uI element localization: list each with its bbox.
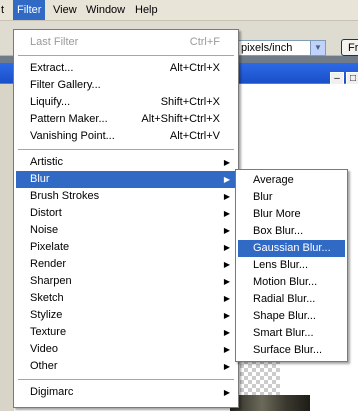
submenu-arrow-icon: ▶ (223, 277, 230, 286)
menu-item-shortcut: Alt+Shift+Ctrl+X (141, 113, 220, 125)
submenu-arrow-icon: ▶ (223, 388, 230, 397)
blur-submenu: Average Blur Blur More Box Blur... Gauss… (235, 169, 348, 362)
menu-edit-partial[interactable]: t (0, 0, 8, 20)
submenu-arrow-icon: ▶ (223, 362, 230, 371)
menu-item-label: Pattern Maker... (30, 113, 108, 125)
submenu-arrow-icon: ▶ (223, 243, 230, 252)
menu-item-other[interactable]: Other ▶ (16, 358, 236, 375)
menu-item-label: Filter Gallery... (30, 79, 101, 91)
front-image-button[interactable]: Fr (341, 39, 358, 56)
chevron-down-icon: ▼ (310, 41, 325, 55)
submenu-item-box-blur[interactable]: Box Blur... (238, 223, 345, 240)
menu-item-filter-gallery[interactable]: Filter Gallery... (16, 77, 236, 94)
menu-separator (18, 149, 234, 150)
menu-item-label: Brush Strokes (30, 190, 100, 202)
menu-item-digimarc[interactable]: Digimarc ▶ (16, 384, 236, 401)
menu-item-render[interactable]: Render ▶ (16, 256, 236, 273)
submenu-item-shape-blur[interactable]: Shape Blur... (238, 308, 345, 325)
submenu-item-average[interactable]: Average (238, 172, 345, 189)
menu-item-label: Noise (30, 224, 59, 236)
submenu-item-surface-blur[interactable]: Surface Blur... (238, 342, 345, 359)
image-content (230, 395, 310, 411)
submenu-item-blur[interactable]: Blur (238, 189, 345, 206)
menu-item-label: Render (30, 258, 67, 270)
menu-item-sharpen[interactable]: Sharpen ▶ (16, 273, 236, 290)
menu-item-last-filter: Last Filter Ctrl+F (16, 34, 236, 51)
menu-item-label: Sketch (30, 292, 64, 304)
submenu-item-smart-blur[interactable]: Smart Blur... (238, 325, 345, 342)
menu-separator (18, 55, 234, 56)
menu-item-texture[interactable]: Texture ▶ (16, 324, 236, 341)
menu-item-video[interactable]: Video ▶ (16, 341, 236, 358)
submenu-item-radial-blur[interactable]: Radial Blur... (238, 291, 345, 308)
submenu-arrow-icon: ▶ (223, 226, 230, 235)
menu-item-brush-strokes[interactable]: Brush Strokes ▶ (16, 188, 236, 205)
submenu-arrow-icon: ▶ (223, 294, 230, 303)
submenu-arrow-icon: ▶ (223, 175, 230, 184)
menu-item-sketch[interactable]: Sketch ▶ (16, 290, 236, 307)
submenu-arrow-icon: ▶ (223, 311, 230, 320)
menu-item-distort[interactable]: Distort ▶ (16, 205, 236, 222)
menu-item-stylize[interactable]: Stylize ▶ (16, 307, 236, 324)
menu-item-label: Liquify... (30, 96, 71, 108)
submenu-arrow-icon: ▶ (223, 158, 230, 167)
menu-item-shortcut: Alt+Ctrl+V (169, 130, 220, 142)
menu-item-label: Vanishing Point... (30, 130, 115, 142)
menu-item-shortcut: Ctrl+F (189, 36, 220, 48)
menu-item-label: Distort (30, 207, 62, 219)
submenu-arrow-icon: ▶ (223, 209, 230, 218)
submenu-arrow-icon: ▶ (223, 192, 230, 201)
menu-item-shortcut: Shift+Ctrl+X (160, 96, 220, 108)
submenu-arrow-icon: ▶ (223, 260, 230, 269)
submenu-item-blur-more[interactable]: Blur More (238, 206, 345, 223)
menu-item-pattern-maker[interactable]: Pattern Maker... Alt+Shift+Ctrl+X (16, 111, 236, 128)
menu-item-label: Last Filter (30, 36, 79, 48)
resolution-unit-select[interactable]: pixels/inch ▼ (236, 40, 326, 56)
menu-help[interactable]: Help (131, 0, 162, 20)
filter-menu: Last Filter Ctrl+F Extract... Alt+Ctrl+X… (13, 29, 239, 408)
submenu-item-gaussian-blur[interactable]: Gaussian Blur... (238, 240, 345, 257)
menu-item-blur[interactable]: Blur ▶ (16, 171, 236, 188)
submenu-arrow-icon: ▶ (223, 328, 230, 337)
submenu-item-lens-blur[interactable]: Lens Blur... (238, 257, 345, 274)
menu-item-label: Video (30, 343, 58, 355)
menu-bar: t Filter View Window Help (0, 0, 358, 21)
menu-item-label: Extract... (30, 62, 74, 74)
menu-item-artistic[interactable]: Artistic ▶ (16, 154, 236, 171)
menu-item-shortcut: Alt+Ctrl+X (169, 62, 220, 74)
submenu-arrow-icon: ▶ (223, 345, 230, 354)
resolution-unit-value: pixels/inch (241, 42, 293, 54)
menu-item-label: Texture (30, 326, 67, 338)
menu-item-extract[interactable]: Extract... Alt+Ctrl+X (16, 60, 236, 77)
menu-item-label: Blur (30, 173, 50, 185)
menu-item-label: Digimarc (30, 386, 74, 398)
submenu-item-motion-blur[interactable]: Motion Blur... (238, 274, 345, 291)
menu-item-label: Other (30, 360, 58, 372)
menu-item-vanishing-point[interactable]: Vanishing Point... Alt+Ctrl+V (16, 128, 236, 145)
menu-item-label: Artistic (30, 156, 63, 168)
menu-filter[interactable]: Filter (13, 0, 46, 20)
menu-item-label: Pixelate (30, 241, 70, 253)
menu-item-label: Stylize (30, 309, 63, 321)
menu-window[interactable]: Window (82, 0, 129, 20)
menu-view[interactable]: View (49, 0, 81, 20)
menu-item-label: Sharpen (30, 275, 72, 287)
menu-item-liquify[interactable]: Liquify... Shift+Ctrl+X (16, 94, 236, 111)
menu-separator (18, 379, 234, 380)
menu-item-noise[interactable]: Noise ▶ (16, 222, 236, 239)
menu-item-pixelate[interactable]: Pixelate ▶ (16, 239, 236, 256)
